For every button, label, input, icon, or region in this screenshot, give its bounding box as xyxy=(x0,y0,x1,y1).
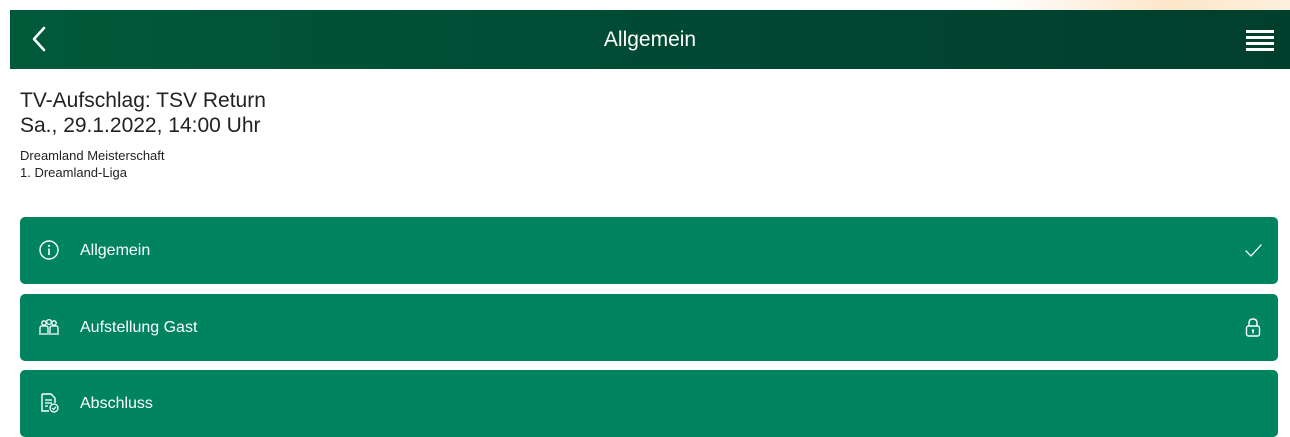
lock-icon xyxy=(1245,318,1261,337)
match-header: TV-Aufschlag: TSV Return Sa., 29.1.2022,… xyxy=(20,69,1278,181)
menu-button[interactable] xyxy=(1242,27,1278,53)
competition-name: Dreamland Meisterschaft xyxy=(20,148,165,163)
report-icon xyxy=(41,393,59,413)
top-app-bar: Allgemein xyxy=(10,10,1290,69)
match-title: TV-Aufschlag: TSV Return xyxy=(20,89,266,112)
section-label: Aufstellung Gast xyxy=(80,319,198,336)
info-icon xyxy=(39,240,59,260)
section-allgemein[interactable]: Allgemein xyxy=(20,217,1278,284)
section-label: Abschluss xyxy=(80,395,153,412)
team-icon xyxy=(39,318,59,335)
league-name: 1. Dreamland-Liga xyxy=(20,165,127,180)
section-label: Allgemein xyxy=(80,242,151,259)
section-abschluss[interactable]: Abschluss xyxy=(20,370,1278,437)
hamburger-menu-icon xyxy=(1246,30,1274,51)
page-title: Allgemein xyxy=(603,28,697,51)
match-date: Sa., 29.1.2022, 14:00 Uhr xyxy=(20,114,261,137)
check-icon xyxy=(1245,244,1262,257)
section-aufstellung-gast[interactable]: Aufstellung Gast xyxy=(20,294,1278,361)
